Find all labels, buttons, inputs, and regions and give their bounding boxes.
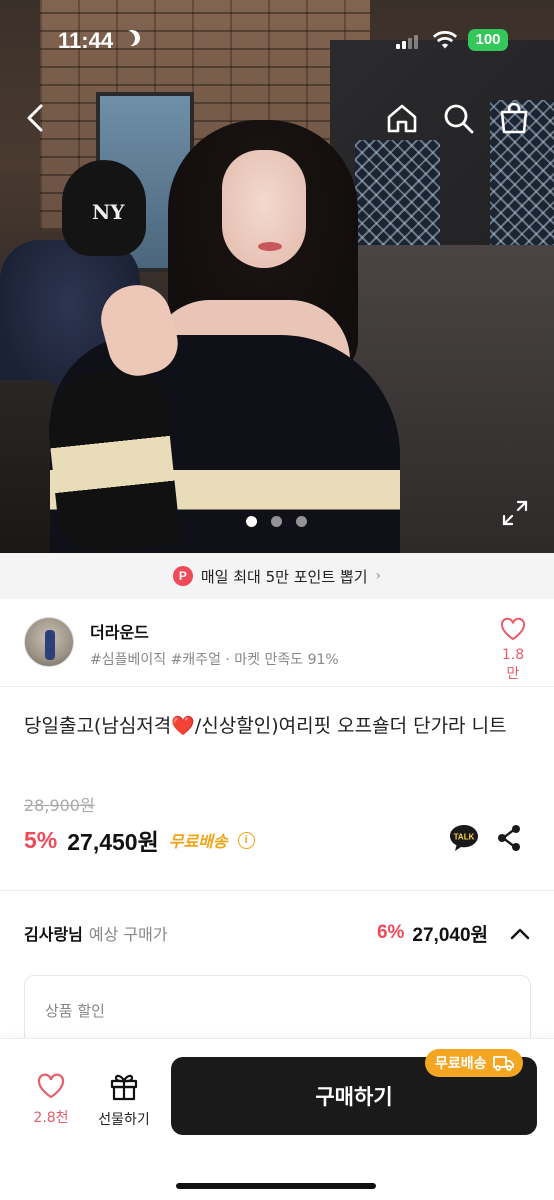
- seller-avatar[interactable]: [24, 617, 74, 667]
- sale-price: 27,450원: [67, 829, 159, 855]
- carousel-dot[interactable]: [246, 516, 257, 527]
- product-title: 당일출고(남심저격❤️/신상할인)여리핏 오프숄더 단가라 니트: [24, 715, 507, 737]
- chevron-right-icon: ›: [375, 568, 382, 584]
- seller-like-button[interactable]: 1.8만: [496, 617, 530, 683]
- status-bar: 11:44 100: [0, 0, 554, 80]
- points-promo-banner[interactable]: P 매일 최대 5만 포인트 뽑기 ›: [0, 553, 554, 599]
- back-icon: [27, 104, 43, 132]
- expected-price-row[interactable]: 김사랑님 예상 구매가 6% 27,040원: [24, 918, 530, 948]
- cart-icon: [500, 102, 528, 134]
- expected-discount: 6%: [376, 922, 405, 943]
- share-button[interactable]: [496, 824, 522, 852]
- section-divider: [0, 890, 554, 891]
- promo-text: 매일 최대 5만 포인트 뽑기: [200, 567, 368, 586]
- talk-button[interactable]: TALK: [448, 823, 480, 853]
- discount-rate: 5%: [24, 826, 58, 853]
- back-button[interactable]: [16, 96, 56, 140]
- seller-section[interactable]: 더라운드 #심플베이직 #캐주얼 · 마켓 만족도 91% 1.8만: [0, 599, 554, 687]
- expected-price: 27,040원: [412, 924, 488, 946]
- status-time: 11:44: [58, 28, 114, 53]
- gift-label: 선물하기: [98, 1112, 150, 1128]
- like-button[interactable]: 2.8천: [28, 1073, 74, 1127]
- search-button[interactable]: [438, 96, 478, 140]
- gift-icon: [110, 1074, 138, 1101]
- photo-sleeve: [42, 364, 182, 553]
- home-button[interactable]: [382, 96, 422, 140]
- product-image-carousel[interactable]: NY: [0, 0, 554, 553]
- heart-icon: [37, 1073, 65, 1099]
- carousel-dot[interactable]: [296, 516, 307, 527]
- seller-like-count: 1.8만: [501, 647, 525, 682]
- expected-price-label: 예상 구매가: [88, 925, 168, 944]
- free-shipping-tag-label: 무료배송: [435, 1056, 487, 1072]
- photo-lattice: [355, 140, 440, 260]
- signal-icon: [396, 35, 418, 49]
- seller-tags: #심플베이직 #캐주얼 · 마켓 만족도 91%: [90, 652, 339, 668]
- search-icon: [444, 104, 474, 134]
- truck-icon: [492, 1056, 514, 1071]
- home-icon: [387, 104, 417, 133]
- bottom-action-bar: 2.8천 선물하기 구매하기 무료배송: [0, 1038, 554, 1200]
- home-indicator: [176, 1183, 376, 1189]
- price-row: 5% 27,450원 무료배송 i: [24, 822, 255, 858]
- info-icon[interactable]: i: [237, 831, 255, 849]
- original-price: 28,900원: [24, 796, 95, 815]
- cart-button[interactable]: [494, 96, 534, 140]
- carousel-dot[interactable]: [271, 516, 282, 527]
- carousel-dots: [246, 516, 307, 527]
- product-discount-label: 상품 할인: [45, 1002, 105, 1020]
- battery-indicator: 100: [468, 29, 508, 51]
- gift-button[interactable]: 선물하기: [92, 1071, 156, 1129]
- free-shipping-label: 무료배송: [168, 834, 228, 851]
- share-icon: [498, 825, 520, 851]
- heart-icon: [500, 617, 526, 641]
- talk-icon: TALK: [450, 825, 478, 851]
- chevron-up-icon[interactable]: [510, 926, 530, 940]
- buyer-name: 김사랑님: [24, 925, 83, 944]
- photo-cap: NY: [62, 160, 146, 256]
- expand-icon[interactable]: [502, 500, 528, 526]
- photo-model-lips: [258, 242, 282, 251]
- moon-icon: [122, 28, 143, 49]
- seller-name[interactable]: 더라운드: [90, 619, 149, 643]
- like-count: 2.8천: [33, 1110, 69, 1126]
- point-badge-icon: P: [172, 566, 193, 586]
- wifi-icon: [432, 30, 458, 50]
- talk-label: TALK: [454, 833, 475, 842]
- free-shipping-tag: 무료배송: [425, 1049, 523, 1077]
